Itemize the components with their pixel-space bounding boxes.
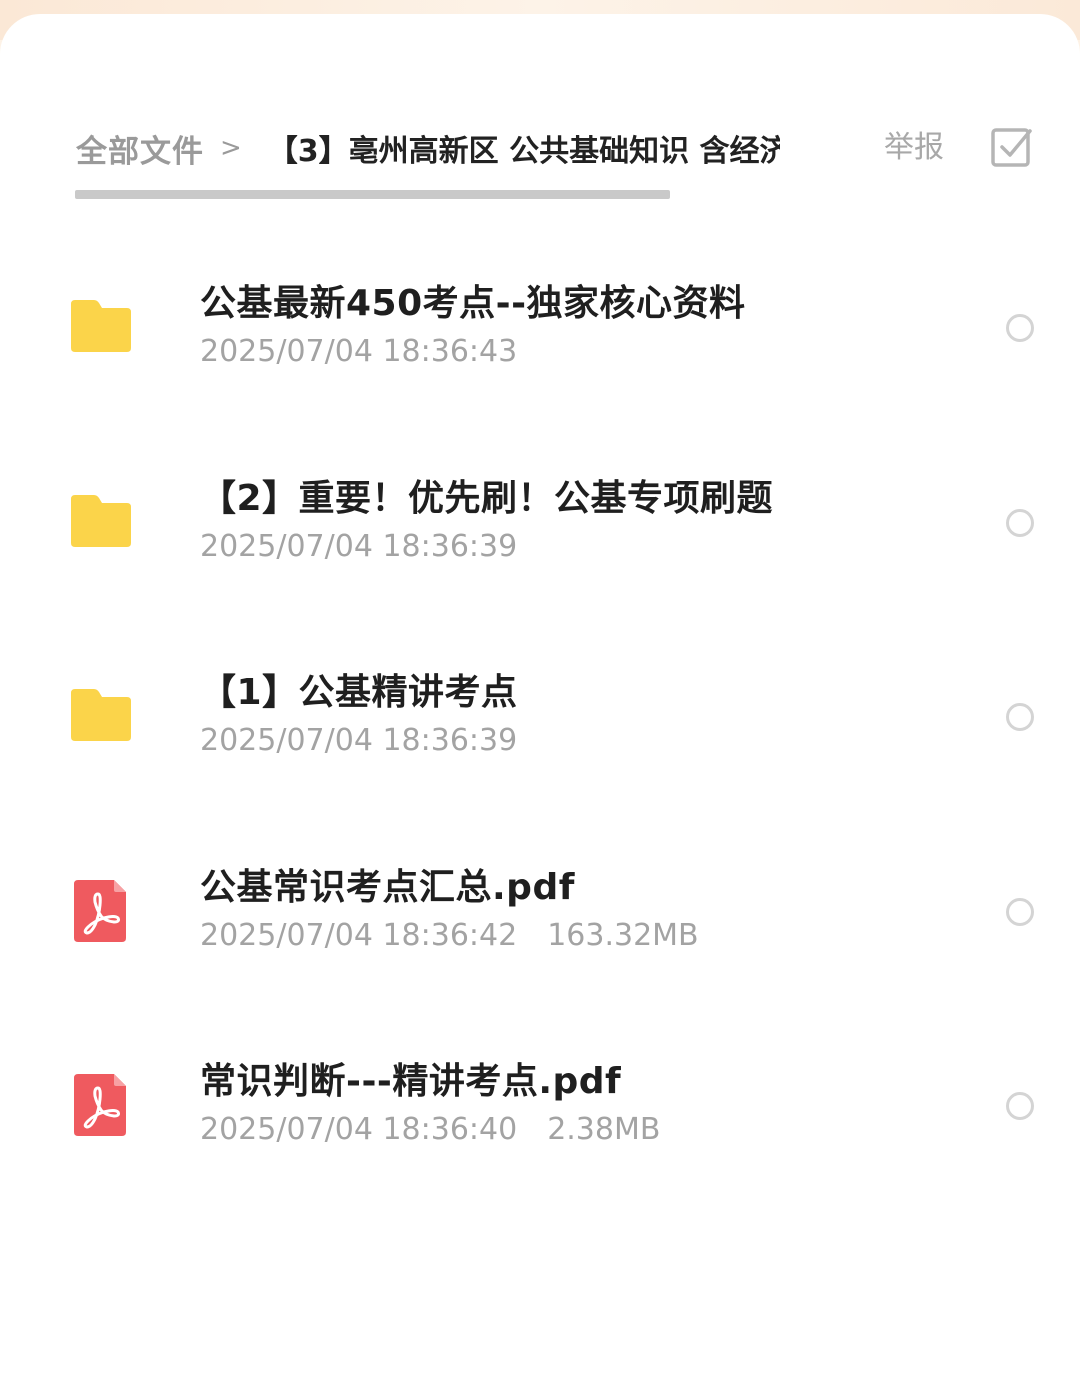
list-item-folder[interactable]: 【1】公基精讲考点 2025/07/04 18:36:39 bbox=[0, 619, 1080, 814]
breadcrumb: 全部文件 > 【3】亳州高新区 公共基础知识 含经济 bbox=[76, 112, 780, 184]
select-all-checkbox-icon[interactable] bbox=[990, 126, 1034, 170]
select-radio[interactable] bbox=[1006, 508, 1034, 537]
file-list: 公基最新450考点--独家核心资料 2025/07/04 18:36:43 【2… bbox=[0, 230, 1080, 1203]
file-date: 2025/07/04 18:36:42 bbox=[200, 917, 518, 953]
breadcrumb-separator: > bbox=[220, 133, 242, 163]
breadcrumb-current-folder: 【3】亳州高新区 公共基础知识 含经济 bbox=[267, 134, 780, 169]
select-radio[interactable] bbox=[1006, 314, 1034, 342]
list-item-folder[interactable]: 公基最新450考点--独家核心资料 2025/07/04 18:36:43 bbox=[0, 230, 1080, 425]
file-meta: 2025/07/04 18:36:39 bbox=[200, 723, 517, 758]
breadcrumb-root[interactable]: 全部文件 bbox=[76, 126, 204, 171]
report-button[interactable]: 举报 bbox=[884, 112, 944, 184]
file-name: 【1】公基精讲考点 bbox=[200, 672, 518, 713]
select-radio[interactable] bbox=[1006, 897, 1034, 926]
file-name: 公基常识考点汇总.pdf bbox=[200, 866, 575, 908]
folder-icon bbox=[71, 494, 131, 547]
pdf-icon bbox=[74, 879, 126, 942]
header-bar: 全部文件 > 【3】亳州高新区 公共基础知识 含经济 举报 bbox=[0, 112, 1080, 184]
breadcrumb-scroll-indicator[interactable] bbox=[75, 190, 670, 199]
pdf-icon bbox=[74, 1074, 126, 1136]
file-meta: 2025/07/04 18:36:40 2.38MB bbox=[200, 1112, 660, 1147]
file-date: 2025/07/04 18:36:39 bbox=[200, 723, 518, 758]
select-radio[interactable] bbox=[1006, 703, 1034, 731]
file-name: 公基最新450考点--独家核心资料 bbox=[200, 283, 746, 324]
file-date: 2025/07/04 18:36:43 bbox=[200, 334, 518, 369]
list-item-pdf[interactable]: 公基常识考点汇总.pdf 2025/07/04 18:36:42 163.32MB bbox=[0, 814, 1080, 1009]
file-name: 常识判断---精讲考点.pdf bbox=[200, 1061, 622, 1102]
list-item-folder[interactable]: 【2】重要！优先刷！公基专项刷题 2025/07/04 18:36:39 bbox=[0, 425, 1080, 620]
folder-icon bbox=[71, 300, 131, 352]
file-meta: 2025/07/04 18:36:39 bbox=[200, 529, 517, 564]
file-meta: 2025/07/04 18:36:43 bbox=[200, 334, 517, 369]
folder-icon bbox=[71, 689, 131, 741]
file-size: 2.38MB bbox=[547, 1112, 661, 1147]
list-item-pdf[interactable]: 常识判断---精讲考点.pdf 2025/07/04 18:36:40 2.38M… bbox=[0, 1008, 1080, 1203]
select-radio[interactable] bbox=[1006, 1092, 1034, 1120]
file-size: 163.32MB bbox=[547, 917, 699, 953]
file-date: 2025/07/04 18:36:39 bbox=[200, 528, 518, 564]
file-name: 【2】重要！优先刷！公基专项刷题 bbox=[200, 477, 774, 519]
file-meta: 2025/07/04 18:36:42 163.32MB bbox=[200, 918, 699, 953]
file-date: 2025/07/04 18:36:40 bbox=[200, 1112, 518, 1147]
